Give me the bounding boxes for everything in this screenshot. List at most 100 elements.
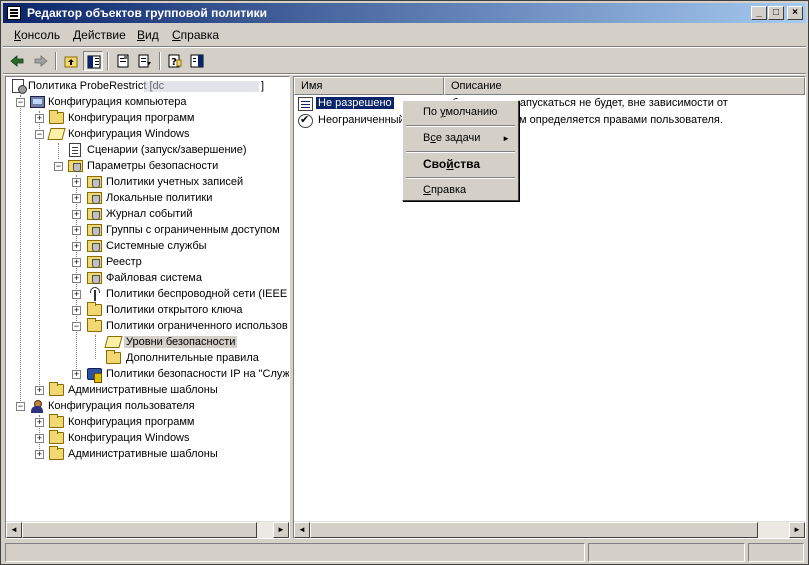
help-button[interactable]: ?: [165, 51, 185, 71]
open-folder-icon: [47, 128, 66, 140]
tree-guide: [58, 143, 59, 159]
menu-help[interactable]: Справка: [172, 28, 219, 42]
close-button[interactable]: ×: [787, 6, 803, 20]
tree-item-label: Административные шаблоны: [68, 384, 218, 396]
show-hide-tree-icon: [87, 55, 101, 69]
expand-toggle[interactable]: +: [72, 194, 81, 203]
context-item-properties[interactable]: Свойства: [405, 156, 516, 173]
expand-toggle[interactable]: +: [72, 274, 81, 283]
expand-toggle[interactable]: +: [35, 386, 44, 395]
scrollbar-thumb[interactable]: [310, 522, 758, 538]
properties-button[interactable]: [113, 51, 133, 71]
tree-item-label: Журнал событий: [106, 208, 193, 220]
column-header-name[interactable]: Имя: [294, 77, 444, 95]
folder-icon: [49, 382, 64, 396]
expand-toggle[interactable]: +: [72, 242, 81, 251]
folder-icon: [49, 110, 64, 124]
tree-item-label: Административные шаблоны: [68, 448, 218, 460]
show-action-pane-button[interactable]: [187, 51, 207, 71]
minimize-button[interactable]: _: [751, 6, 767, 20]
folder-icon: [49, 414, 64, 428]
expand-toggle[interactable]: +: [35, 434, 44, 443]
tree-item-label: Политики ограниченного использов: [106, 320, 288, 332]
context-menu: По умолчанию Все задачи ► Свойства Справ…: [402, 100, 519, 201]
results-list-pane[interactable]: Имя Описание Не разрешено обеспечение за…: [293, 76, 806, 539]
tree-item-label: Конфигурация компьютера: [48, 96, 187, 108]
toolbar-separator: [55, 52, 57, 70]
status-cell: [748, 543, 804, 562]
tree-horizontal-scrollbar[interactable]: ◄ ►: [6, 521, 289, 538]
policy-document-icon: [12, 79, 27, 94]
context-item-all-tasks[interactable]: Все задачи ►: [405, 130, 516, 147]
menu-view[interactable]: Вид: [137, 28, 159, 42]
gpo-app-icon[interactable]: [7, 6, 21, 20]
context-item-set-default[interactable]: По умолчанию: [405, 104, 516, 121]
list-item-unrestricted[interactable]: Неограниченный амм к ресурсам определяет…: [296, 113, 804, 130]
local-policies-icon: [87, 192, 102, 204]
column-header-description[interactable]: Описание: [444, 77, 805, 95]
show-action-pane-icon: [190, 54, 204, 68]
security-settings-icon: [68, 160, 83, 172]
collapse-toggle[interactable]: −: [35, 130, 44, 139]
tree-guide: [95, 335, 96, 359]
forward-button[interactable]: [31, 51, 51, 71]
expand-toggle[interactable]: +: [72, 178, 81, 187]
context-item-label: По умолчанию: [423, 106, 498, 118]
context-separator: [406, 125, 515, 127]
collapse-toggle[interactable]: −: [16, 98, 25, 107]
expand-toggle[interactable]: +: [35, 114, 44, 123]
tree-item-label: Уровни безопасности: [124, 336, 238, 348]
list-item-disallowed[interactable]: Не разрешено обеспечение запускаться не …: [296, 96, 804, 113]
expand-toggle[interactable]: +: [35, 450, 44, 459]
tree-item-label: Конфигурация пользователя: [48, 400, 195, 412]
folder-icon: [106, 350, 121, 364]
collapse-toggle[interactable]: −: [72, 322, 81, 331]
list-item-name: Неограниченный: [318, 114, 405, 126]
title-bar[interactable]: Редактор объектов групповой политики _ □…: [3, 3, 806, 23]
expand-toggle[interactable]: +: [72, 210, 81, 219]
folder-icon: [87, 302, 102, 316]
forward-arrow-icon: [34, 55, 48, 67]
tree-item-label: ]: [261, 80, 265, 92]
scroll-right-arrow-icon[interactable]: ►: [273, 522, 289, 538]
properties-icon: [117, 54, 129, 68]
expand-toggle[interactable]: +: [35, 418, 44, 427]
menu-console[interactable]: Консоль: [14, 28, 60, 42]
maximize-button[interactable]: □: [768, 6, 784, 20]
registry-icon: [87, 256, 102, 268]
expand-toggle[interactable]: +: [72, 226, 81, 235]
list-item-name: Не разрешено: [316, 97, 394, 109]
expand-toggle[interactable]: +: [72, 370, 81, 379]
show-hide-tree-button[interactable]: [83, 51, 103, 71]
window-title: Редактор объектов групповой политики: [27, 6, 268, 20]
tree-guide: [20, 95, 21, 411]
scroll-left-arrow-icon[interactable]: ◄: [294, 522, 310, 538]
scroll-left-arrow-icon[interactable]: ◄: [6, 522, 22, 538]
submenu-arrow-icon: ►: [502, 134, 510, 143]
collapse-toggle[interactable]: −: [54, 162, 63, 171]
tree-item-label: Реестр: [106, 256, 142, 268]
antenna-icon: [90, 287, 100, 301]
event-log-icon: [87, 208, 102, 220]
tree-item-label: Конфигурация Windows: [68, 432, 190, 444]
context-item-help[interactable]: Справка: [405, 182, 516, 199]
tree-guide: [39, 111, 40, 389]
script-document-icon: [69, 143, 81, 157]
console-tree-pane[interactable]: Политика ProbeRestrict [dc ] − Конфигура…: [5, 76, 290, 539]
export-list-button[interactable]: [135, 51, 155, 71]
up-level-button[interactable]: [61, 51, 81, 71]
tree-item-label: Сценарии (запуск/завершение): [87, 144, 247, 156]
scroll-right-arrow-icon[interactable]: ►: [789, 522, 805, 538]
list-horizontal-scrollbar[interactable]: ◄ ►: [294, 521, 805, 538]
back-button[interactable]: [7, 51, 27, 71]
collapse-toggle[interactable]: −: [16, 402, 25, 411]
expand-toggle[interactable]: +: [72, 290, 81, 299]
menu-bar: Консоль Действие Вид Справка: [3, 25, 806, 45]
scrollbar-thumb[interactable]: [22, 522, 257, 538]
expand-toggle[interactable]: +: [72, 258, 81, 267]
expand-toggle[interactable]: +: [72, 306, 81, 315]
menu-action[interactable]: Действие: [73, 28, 126, 42]
tree-item-label: Локальные политики: [106, 192, 213, 204]
tree-item-label: Политики беспроводной сети (IEEE: [106, 288, 288, 300]
toolbar: ?: [3, 49, 806, 73]
